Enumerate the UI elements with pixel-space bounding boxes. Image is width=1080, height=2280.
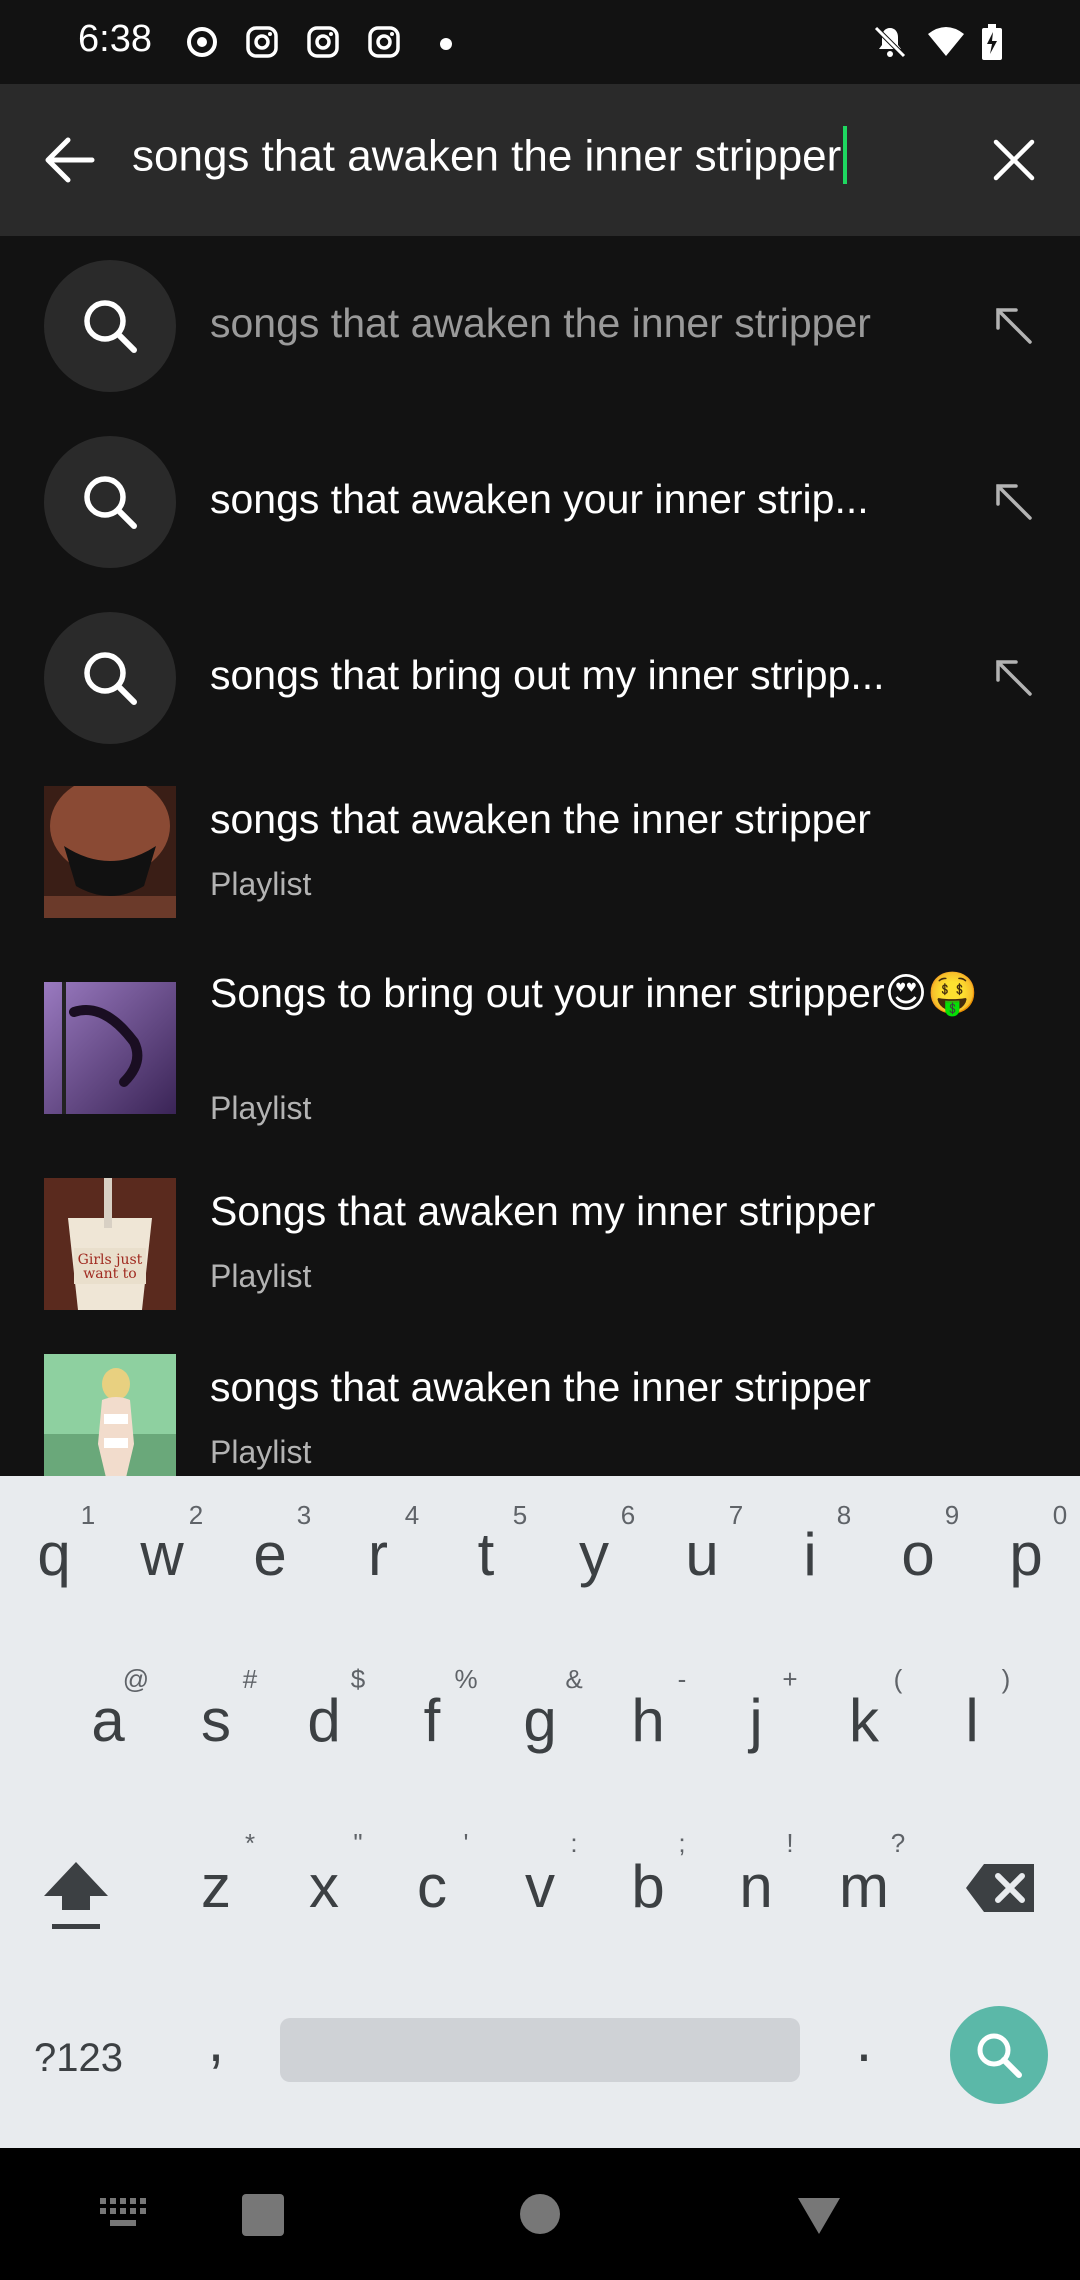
search-icon: [84, 476, 137, 529]
playlist-title: songs that awaken the inner stripper: [210, 796, 871, 842]
key-q[interactable]: q: [4, 1520, 104, 1589]
key-z[interactable]: z: [166, 1852, 266, 1921]
key-j[interactable]: j: [706, 1686, 806, 1755]
notifications-off-icon: [874, 26, 906, 58]
status-bar: 6:38: [0, 0, 1080, 84]
shift-icon: [44, 1862, 108, 1929]
backspace-icon: [966, 1864, 1034, 1912]
key-k[interactable]: k: [814, 1686, 914, 1755]
key-f[interactable]: f: [382, 1686, 482, 1755]
suggestion-row[interactable]: songs that awaken your inner strip...: [0, 436, 1080, 568]
instagram-icon: [368, 26, 400, 58]
key-m[interactable]: m: [814, 1852, 914, 1921]
playlist-subtitle: Playlist: [210, 1090, 312, 1126]
search-query: songs that awaken the inner stripper: [132, 131, 842, 181]
suggestion-text: songs that bring out my inner stripp...: [210, 652, 885, 698]
backspace-key[interactable]: [964, 1858, 1040, 1918]
playlist-row[interactable]: songs that awaken the inner stripper Pla…: [0, 786, 1080, 920]
text-cursor: [843, 126, 848, 184]
close-icon: [993, 139, 1035, 181]
key-u[interactable]: u: [652, 1520, 752, 1589]
key-e[interactable]: e: [220, 1520, 320, 1589]
search-results: songs that awaken the inner stripper son…: [0, 236, 1080, 1476]
search-circle: [44, 612, 176, 744]
suggestion-text: songs that awaken your inner strip...: [210, 476, 869, 522]
playlist-cover: [44, 982, 176, 1114]
svg-text:want to: want to: [83, 1266, 136, 1282]
symbols-key[interactable]: ?123: [34, 2036, 123, 2081]
playlist-cover: Girls just want to: [44, 1178, 176, 1310]
key-y[interactable]: y: [544, 1520, 644, 1589]
back-nav-button[interactable]: [796, 2196, 842, 2236]
period-key[interactable]: .: [814, 2006, 914, 2075]
fill-query-arrow-icon[interactable]: [990, 302, 1036, 348]
playlist-subtitle: Playlist: [210, 866, 312, 902]
search-input[interactable]: songs that awaken the inner stripper: [132, 126, 848, 188]
keyboard-switch-icon[interactable]: [100, 2198, 146, 2230]
key-s[interactable]: s: [166, 1686, 266, 1755]
key-g[interactable]: g: [490, 1686, 590, 1755]
instagram-icon: [307, 26, 339, 58]
key-d[interactable]: d: [274, 1686, 374, 1755]
search-circle: [44, 436, 176, 568]
key-p[interactable]: p: [976, 1520, 1076, 1589]
playlist-row[interactable]: Girls just want to Songs that awaken my i…: [0, 1178, 1080, 1312]
key-n[interactable]: n: [706, 1852, 806, 1921]
suggestion-row[interactable]: songs that awaken the inner stripper: [0, 260, 1080, 392]
search-icon: [84, 652, 137, 705]
search-header: songs that awaken the inner stripper: [0, 84, 1080, 236]
key-w[interactable]: w: [112, 1520, 212, 1589]
instagram-icon: [246, 26, 278, 58]
back-button[interactable]: [30, 120, 110, 200]
recents-button[interactable]: [242, 2194, 284, 2236]
key-r[interactable]: r: [328, 1520, 428, 1589]
shift-key[interactable]: [36, 1854, 116, 1934]
key-c[interactable]: c: [382, 1852, 482, 1921]
suggestion-text: songs that awaken the inner stripper: [210, 300, 871, 346]
home-button[interactable]: [520, 2194, 560, 2234]
navigation-bar: [0, 2148, 1080, 2280]
comma-key[interactable]: ,: [166, 2006, 266, 2075]
fill-query-arrow-icon[interactable]: [990, 478, 1036, 524]
search-enter-key[interactable]: [950, 2006, 1048, 2104]
key-o[interactable]: o: [868, 1520, 968, 1589]
suggestion-row[interactable]: songs that bring out my inner stripp...: [0, 612, 1080, 744]
key-h[interactable]: h: [598, 1686, 698, 1755]
keyboard: 1 2 3 4 5 6 7 8 9 0 q w e r t y u i o p …: [0, 1476, 1080, 2148]
playlist-cover: [44, 1354, 176, 1476]
clear-button[interactable]: [974, 120, 1054, 200]
playlist-row[interactable]: Songs to bring out your inner stripper😍🤑…: [0, 964, 1080, 1164]
playlist-title: songs that awaken the inner stripper: [210, 1364, 871, 1410]
key-t[interactable]: t: [436, 1520, 536, 1589]
playlist-title: Songs to bring out your inner stripper😍🤑: [210, 970, 979, 1016]
search-circle: [44, 260, 176, 392]
playlist-title: Songs that awaken my inner stripper: [210, 1188, 876, 1234]
key-x[interactable]: x: [274, 1852, 374, 1921]
arrow-left-icon: [45, 137, 95, 183]
search-icon: [977, 2033, 1022, 2078]
space-bar[interactable]: [280, 2018, 800, 2082]
playlist-subtitle: Playlist: [210, 1258, 312, 1294]
key-l[interactable]: l: [922, 1686, 1022, 1755]
record-icon: [187, 27, 217, 57]
playlist-cover: [44, 786, 176, 918]
key-b[interactable]: b: [598, 1852, 698, 1921]
fill-query-arrow-icon[interactable]: [990, 654, 1036, 700]
playlist-row[interactable]: songs that awaken the inner stripper Pla…: [0, 1354, 1080, 1476]
battery-charging-icon: [982, 24, 1002, 60]
key-i[interactable]: i: [760, 1520, 860, 1589]
search-icon: [84, 300, 137, 353]
key-v[interactable]: v: [490, 1852, 590, 1921]
wifi-icon: [928, 27, 964, 56]
key-a[interactable]: a: [58, 1686, 158, 1755]
playlist-subtitle: Playlist: [210, 1434, 312, 1470]
dot-icon: [440, 38, 452, 50]
status-time: 6:38: [78, 18, 152, 60]
